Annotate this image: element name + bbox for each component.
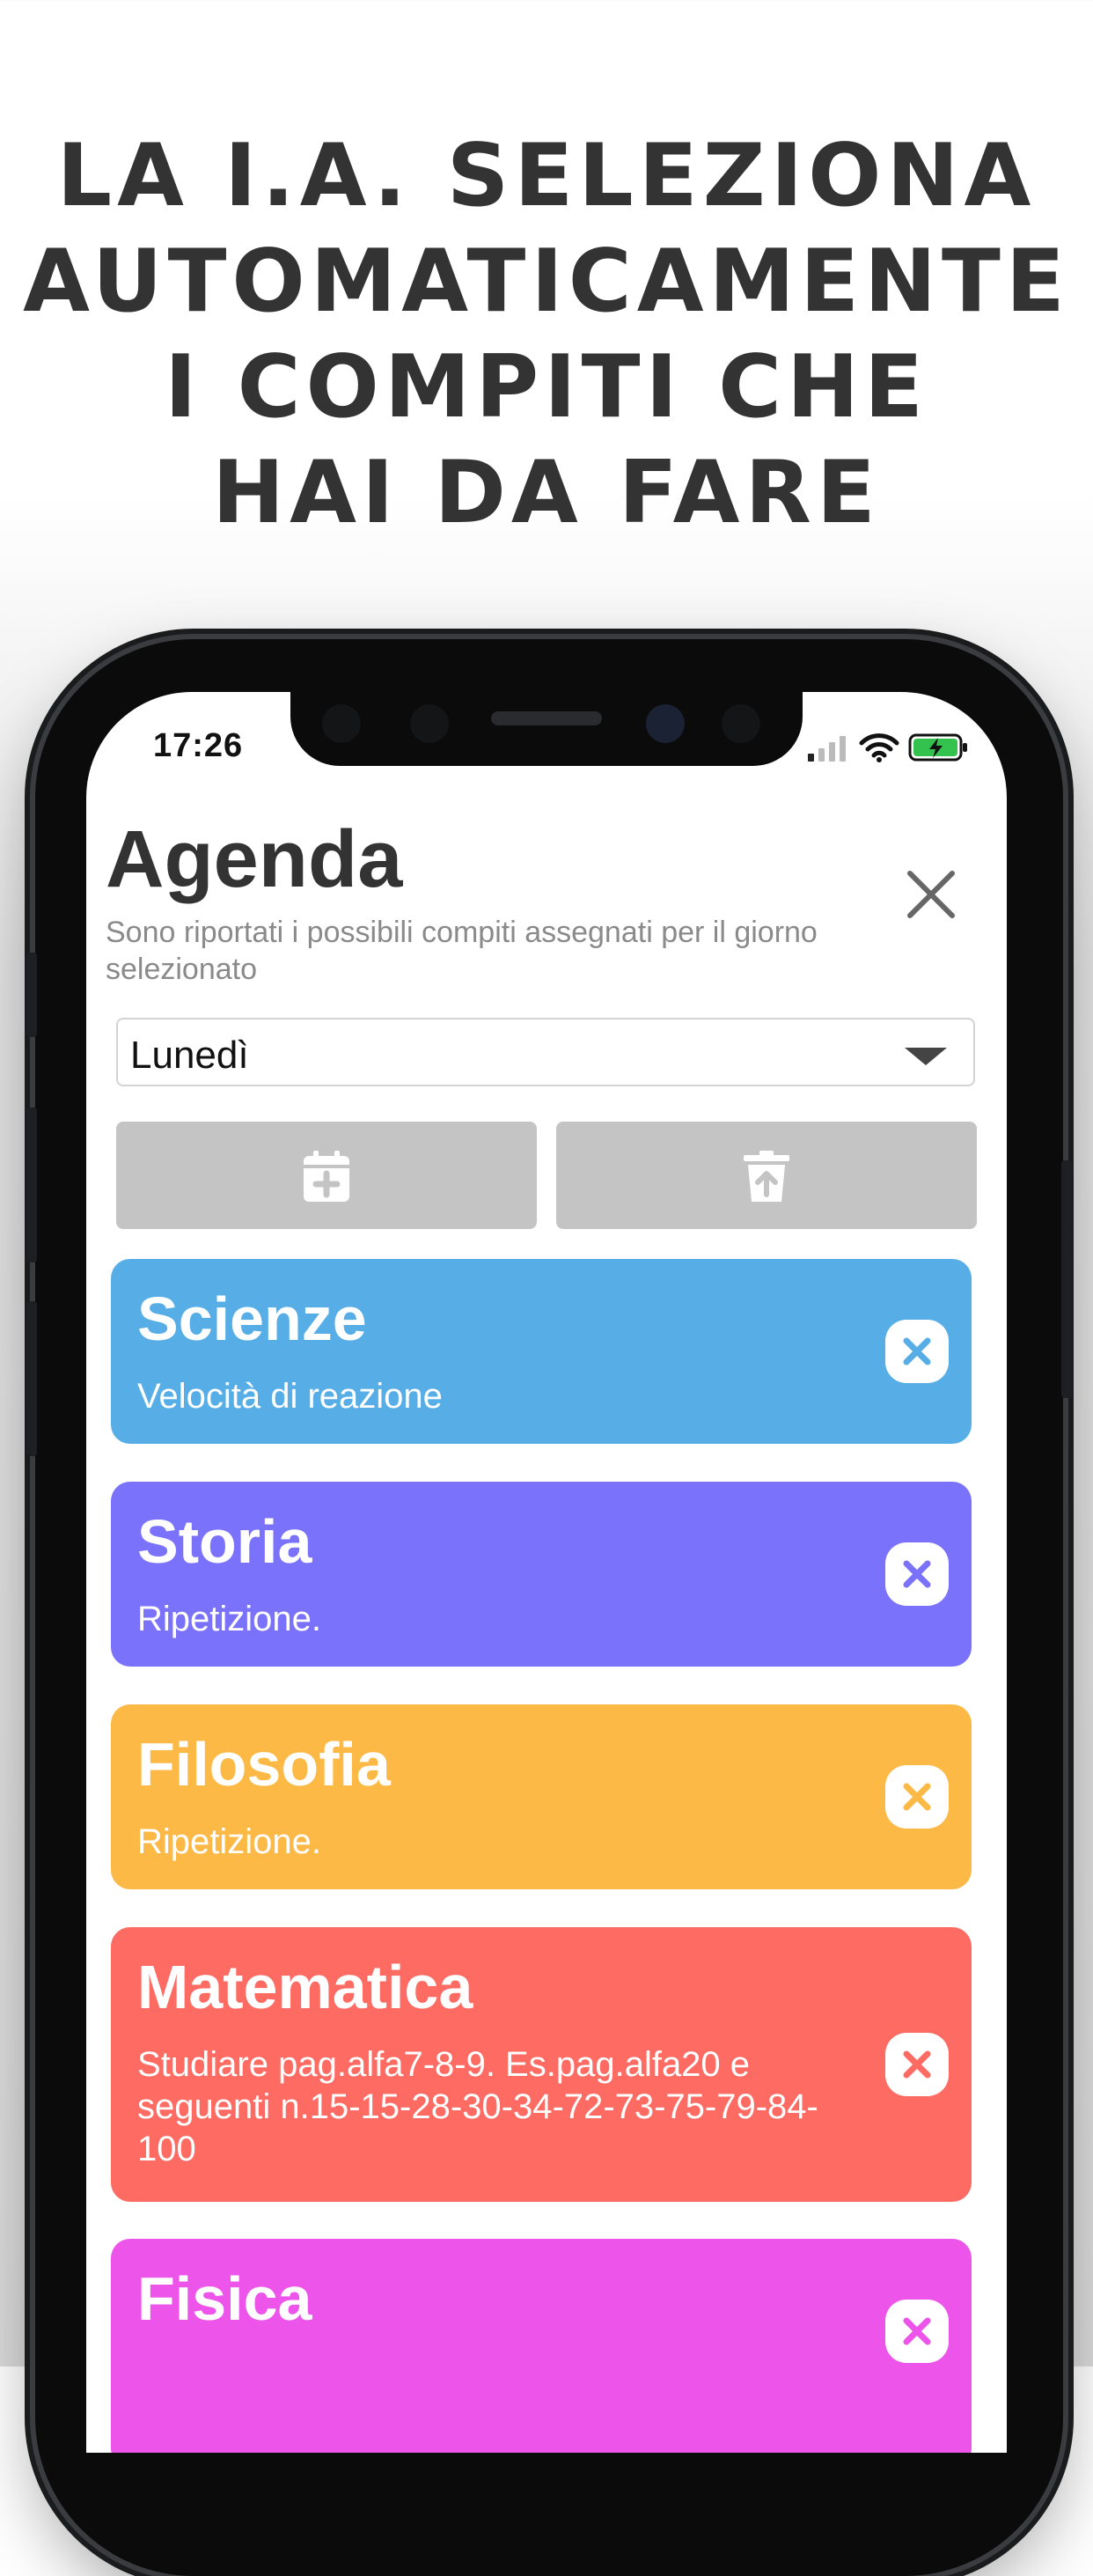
close-icon — [907, 871, 955, 918]
headline-line-3: I COMPITI CHE — [165, 337, 928, 438]
headline: LA I.A. SELEZIONA AUTOMATICAMENTE I COMP… — [0, 123, 1093, 546]
close-icon — [903, 1783, 931, 1811]
day-select-value: Lunedì — [130, 1034, 249, 1077]
card-subject: Storia — [137, 1507, 312, 1576]
front-camera-icon — [646, 704, 685, 743]
page-subtitle: Sono riportati i possibili compiti asseg… — [106, 916, 818, 986]
homework-card-matematica[interactable]: Matematica Studiare pag.alfa7-8-9. Es.pa… — [111, 1927, 972, 2202]
close-button[interactable] — [905, 868, 957, 921]
close-icon — [903, 2050, 931, 2079]
homework-card-filosofia[interactable]: Filosofia Ripetizione. — [111, 1704, 972, 1889]
sensor-icon — [322, 704, 361, 743]
status-icons — [808, 729, 975, 764]
day-select[interactable]: Lunedì — [116, 1018, 975, 1086]
card-subject: Matematica — [137, 1953, 473, 2021]
battery-charging-icon — [908, 733, 967, 762]
app-screen: 17:26 Agenda Sono riportati i possibili … — [86, 692, 1007, 2453]
phone-notch — [290, 692, 803, 766]
headline-line-4: HAI DA FARE — [212, 443, 881, 543]
status-time: 17:26 — [153, 727, 244, 764]
homework-card-fisica[interactable]: Fisica — [111, 2239, 972, 2453]
page-title: Agenda — [106, 814, 403, 904]
card-subject: Fisica — [137, 2264, 312, 2333]
calendar-plus-icon — [304, 1151, 349, 1202]
phone-volume-up — [26, 1108, 37, 1262]
sensor-icon — [722, 704, 760, 743]
close-icon — [903, 2317, 931, 2345]
headline-line-1: LA I.A. SELEZIONA — [56, 126, 1037, 226]
headline-line-2: AUTOMATICAMENTE — [23, 232, 1070, 332]
delete-all-button[interactable] — [556, 1122, 977, 1229]
remove-card-button[interactable] — [885, 2033, 949, 2096]
wifi-icon — [859, 733, 899, 762]
add-event-button[interactable] — [116, 1122, 537, 1229]
phone-silent-switch — [26, 953, 37, 1037]
card-subject: Scienze — [137, 1284, 367, 1353]
card-task: Studiare pag.alfa7-8-9. Es.pag.alfa20 e … — [137, 2045, 818, 2168]
close-icon — [903, 1560, 931, 1588]
trash-upload-icon — [744, 1151, 789, 1202]
homework-card-scienze[interactable]: Scienze Velocità di reazione — [111, 1259, 972, 1444]
card-task: Ripetizione. — [137, 1822, 322, 1861]
close-icon — [903, 1337, 931, 1365]
remove-card-button[interactable] — [885, 2300, 949, 2363]
earpiece-speaker — [491, 711, 602, 725]
phone-power-button — [1061, 1160, 1072, 1398]
remove-card-button[interactable] — [885, 1765, 949, 1829]
chevron-down-icon — [905, 1048, 947, 1065]
card-subject: Filosofia — [137, 1730, 391, 1799]
homework-card-storia[interactable]: Storia Ripetizione. — [111, 1482, 972, 1667]
sensor-icon — [410, 704, 449, 743]
remove-card-button[interactable] — [885, 1320, 949, 1383]
card-task: Ripetizione. — [137, 1600, 322, 1638]
cellular-signal-icon — [808, 736, 846, 762]
phone-volume-down — [26, 1301, 37, 1456]
remove-card-button[interactable] — [885, 1542, 949, 1606]
card-task: Velocità di reazione — [137, 1377, 443, 1416]
